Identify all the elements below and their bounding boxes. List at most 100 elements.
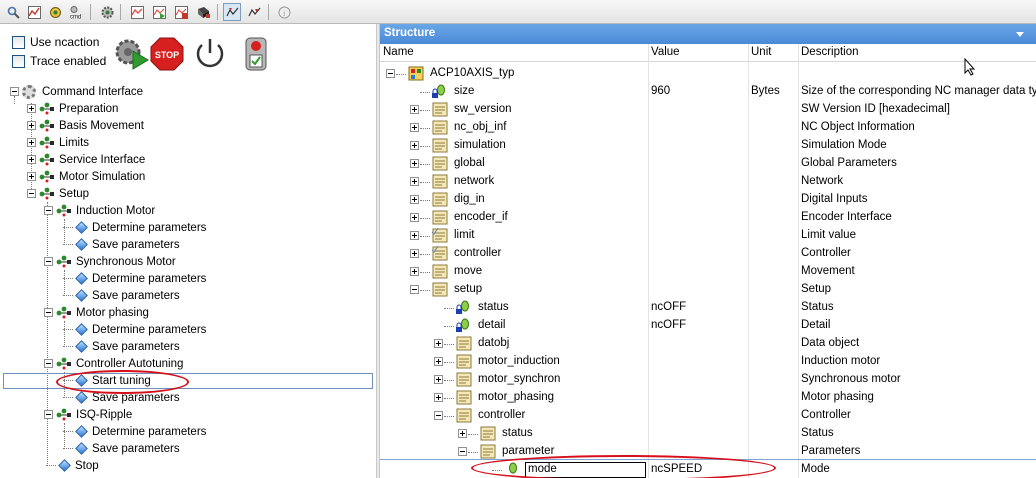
collapse-icon[interactable]: [410, 285, 419, 294]
traffic-light-icon[interactable]: [240, 37, 274, 71]
structure-row[interactable]: datobj Data object: [380, 335, 1036, 353]
collapse-icon[interactable]: [44, 257, 53, 266]
structure-row[interactable]: status Status: [380, 425, 1036, 443]
structure-row[interactable]: controller Controller: [380, 245, 1036, 263]
tree-action-item[interactable]: Determine parameters: [63, 219, 206, 236]
expand-icon[interactable]: [434, 375, 443, 384]
collapse-icon[interactable]: [44, 308, 53, 317]
structure-row[interactable]: ACP10AXIS_typ: [380, 65, 1036, 83]
row-name: parameter: [502, 445, 555, 457]
chart-play-icon[interactable]: [150, 3, 168, 21]
collapse-icon[interactable]: [44, 410, 53, 419]
column-value[interactable]: Value: [651, 46, 680, 58]
structure-row[interactable]: network Network: [380, 173, 1036, 191]
expand-icon[interactable]: [410, 231, 419, 240]
tree-action-item[interactable]: Determine parameters: [63, 423, 206, 440]
cmd-icon[interactable]: cmd: [67, 3, 85, 21]
search-settings-icon[interactable]: [4, 3, 22, 21]
tree-group-item[interactable]: Preparation: [27, 100, 118, 117]
tree-action-item[interactable]: Save parameters: [63, 338, 180, 355]
column-unit[interactable]: Unit: [751, 46, 771, 58]
chart-view-icon[interactable]: [128, 3, 146, 21]
expand-icon[interactable]: [410, 123, 419, 132]
structure-row[interactable]: move Movement: [380, 263, 1036, 281]
expand-icon[interactable]: [410, 177, 419, 186]
expand-icon[interactable]: [410, 249, 419, 258]
tree-group-item[interactable]: Synchronous Motor: [44, 253, 176, 270]
tree-action-item[interactable]: Save parameters: [63, 236, 180, 253]
row-name: nc_obj_inf: [454, 121, 507, 133]
power-icon[interactable]: [193, 37, 227, 71]
settings-gear-icon[interactable]: [98, 3, 116, 21]
structure-row[interactable]: dig_in Digital Inputs: [380, 191, 1036, 209]
tree-action-item[interactable]: Save parameters: [63, 440, 180, 457]
collapse-icon[interactable]: [434, 411, 443, 420]
structure-row[interactable]: setup Setup: [380, 281, 1036, 299]
collapse-icon[interactable]: [458, 447, 467, 456]
expand-icon[interactable]: [27, 138, 36, 147]
tree-group-item[interactable]: Service Interface: [27, 151, 145, 168]
structure-row[interactable]: global Global Parameters: [380, 155, 1036, 173]
structure-row[interactable]: limit Limit value: [380, 227, 1036, 245]
info-icon[interactable]: i: [275, 3, 293, 21]
expand-icon[interactable]: [27, 172, 36, 181]
use-ncaction-checkbox[interactable]: Use ncaction: [12, 34, 99, 50]
tree-action-item[interactable]: Save parameters: [63, 287, 180, 304]
structure-row[interactable]: sw_version SW Version ID [hexadecimal]: [380, 101, 1036, 119]
chart-stop-icon[interactable]: [172, 3, 190, 21]
tree-group-item[interactable]: ISQ-Ripple: [44, 406, 132, 423]
expand-icon[interactable]: [27, 155, 36, 164]
tree-group-item[interactable]: Motor phasing: [44, 304, 149, 321]
trace-chart-icon[interactable]: [25, 3, 43, 21]
collapse-icon[interactable]: [10, 87, 19, 96]
structure-row[interactable]: detail ncOFF Detail: [380, 317, 1036, 335]
cursor-watch-icon[interactable]: [223, 3, 241, 21]
tree-group-item[interactable]: Motor Simulation: [27, 168, 145, 185]
expand-icon[interactable]: [434, 393, 443, 402]
collapse-icon[interactable]: [44, 359, 53, 368]
collapse-icon[interactable]: [44, 206, 53, 215]
collapse-icon[interactable]: [27, 189, 36, 198]
tree-group-item[interactable]: Setup: [27, 185, 89, 202]
expand-icon[interactable]: [434, 357, 443, 366]
expand-icon[interactable]: [434, 339, 443, 348]
tree-group-item[interactable]: Limits: [27, 134, 89, 151]
structure-row[interactable]: encoder_if Encoder Interface: [380, 209, 1036, 227]
structure-row[interactable]: controller Controller: [380, 407, 1036, 425]
expand-icon[interactable]: [410, 141, 419, 150]
structure-row[interactable]: motor_phasing Motor phasing: [380, 389, 1036, 407]
tree-action-item[interactable]: Determine parameters: [63, 270, 206, 287]
structure-row[interactable]: size 960 Bytes Size of the corresponding NC…: [380, 83, 1036, 101]
structure-row[interactable]: simulation Simulation Mode: [380, 137, 1036, 155]
structure-row[interactable]: motor_induction Induction motor: [380, 353, 1036, 371]
stop-icon[interactable]: STOP: [150, 37, 184, 71]
structure-row[interactable]: nc_obj_inf NC Object Information: [380, 119, 1036, 137]
structure-icon: [432, 264, 448, 279]
tree-group-item[interactable]: Basis Movement: [27, 117, 144, 134]
checkbox-box[interactable]: [12, 54, 25, 68]
tree-group-item[interactable]: Induction Motor: [44, 202, 155, 219]
expand-icon[interactable]: [410, 195, 419, 204]
trace-enabled-checkbox[interactable]: Trace enabled: [12, 53, 106, 69]
tree-action-item[interactable]: Stop: [46, 457, 99, 474]
collapse-icon[interactable]: [386, 69, 395, 78]
expand-icon[interactable]: [458, 429, 467, 438]
tree-action-item[interactable]: Determine parameters: [63, 321, 206, 338]
checkbox-box[interactable]: [12, 35, 25, 49]
expand-icon[interactable]: [410, 267, 419, 276]
expand-icon[interactable]: [27, 121, 36, 130]
cursor-record-icon[interactable]: [245, 3, 263, 21]
expand-icon[interactable]: [410, 159, 419, 168]
expand-icon[interactable]: [27, 104, 36, 113]
download-icon[interactable]: [194, 3, 212, 21]
expand-icon[interactable]: [410, 213, 419, 222]
structure-row[interactable]: status ncOFF Status: [380, 299, 1036, 317]
start-icon[interactable]: [115, 37, 149, 71]
column-name[interactable]: Name: [383, 46, 414, 58]
column-description[interactable]: Description: [801, 46, 859, 58]
structure-row[interactable]: motor_synchron Synchronous motor: [380, 371, 1036, 389]
chevron-down-icon[interactable]: [1016, 32, 1024, 37]
expand-icon[interactable]: [410, 105, 419, 114]
modules-icon[interactable]: [46, 3, 64, 21]
tree-root[interactable]: Command Interface: [10, 83, 143, 100]
